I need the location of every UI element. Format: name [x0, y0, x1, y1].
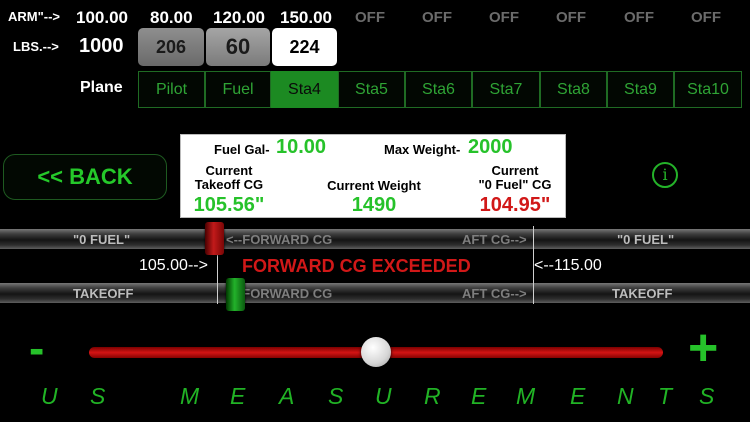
zero-fuel-left-label: "0 FUEL" — [73, 232, 131, 247]
arm-label: ARM"--> — [8, 9, 61, 24]
footer-letter: A — [279, 383, 295, 409]
weight-box-2[interactable]: 60 — [206, 28, 270, 66]
tab-sta7[interactable]: Sta7 — [472, 71, 540, 108]
zero-fuel-right-label: "0 FUEL" — [617, 232, 675, 247]
slider-knob[interactable] — [361, 337, 391, 367]
weight-box-3[interactable]: 224 — [272, 28, 337, 66]
footer-letter: S — [699, 383, 715, 409]
aft-cg-label-bottom: AFT CG--> — [462, 286, 527, 301]
takeoff-right-label: TAKEOFF — [612, 286, 673, 301]
lbs-value[interactable]: 1000 — [79, 35, 124, 58]
arm-value-6: OFF — [422, 9, 452, 26]
arm-value-4: 150.00 — [280, 8, 332, 27]
takeoff-cg-value: 105.56" — [193, 194, 265, 216]
arm-value-2: 80.00 — [150, 8, 193, 27]
tab-sta6[interactable]: Sta6 — [405, 71, 472, 108]
plus-button[interactable]: + — [688, 322, 718, 374]
tab-sta5[interactable]: Sta5 — [338, 71, 405, 108]
takeoff-cg-label: Current Takeoff CG — [194, 163, 264, 192]
info-icon[interactable]: i — [652, 162, 678, 188]
tab-sta10[interactable]: Sta10 — [674, 71, 742, 108]
footer-letter: T — [658, 383, 673, 409]
footer-letter: M — [516, 383, 536, 409]
tab-sta4[interactable]: Sta4 — [271, 71, 338, 108]
footer-letter: E — [230, 383, 246, 409]
footer-letter: S — [90, 383, 106, 409]
arm-value-7: OFF — [489, 9, 519, 26]
fuel-gal-label: Fuel Gal- — [214, 142, 270, 157]
arm-value-8: OFF — [556, 9, 586, 26]
plane-label: Plane — [80, 79, 123, 96]
arm-value-1: 100.00 — [76, 8, 128, 27]
tab-sta9[interactable]: Sta9 — [607, 71, 674, 108]
weight-box-1[interactable]: 206 — [138, 28, 204, 66]
tab-pilot[interactable]: Pilot — [138, 71, 205, 108]
zero-fuel-cg-label: Current "0 Fuel" CG — [478, 163, 552, 192]
max-weight-value: 2000 — [468, 136, 513, 158]
footer-letter: U — [41, 383, 58, 409]
takeoff-left-label: TAKEOFF — [73, 286, 134, 301]
current-weight-label: Current Weight — [327, 178, 421, 193]
footer-letter: E — [471, 383, 487, 409]
footer-letter: N — [617, 383, 634, 409]
footer-letter: M — [180, 383, 200, 409]
lbs-label: LBS.--> — [13, 39, 59, 54]
current-weight-value: 1490 — [351, 194, 397, 216]
footer-letter: R — [424, 383, 441, 409]
footer-letter: E — [570, 383, 586, 409]
minus-button[interactable]: - — [29, 325, 44, 371]
cg-warning-text: FORWARD CG EXCEEDED — [242, 256, 471, 276]
forward-cg-label-top: <--FORWARD CG — [226, 232, 333, 247]
forward-limit-value: 105.00--> — [139, 257, 208, 274]
footer-letter: U — [375, 383, 392, 409]
zero-fuel-cg-marker — [205, 222, 224, 255]
info-panel: Fuel Gal- 10.00 Max Weight- 2000 Current… — [180, 134, 566, 218]
zero-fuel-cg-value: 104.95" — [479, 194, 551, 216]
arm-value-3: 120.00 — [213, 8, 265, 27]
footer-letter: S — [328, 383, 344, 409]
aft-limit-value: <--115.00 — [534, 257, 602, 274]
takeoff-cg-marker — [226, 278, 245, 311]
back-button[interactable]: << BACK — [3, 154, 167, 200]
tab-fuel[interactable]: Fuel — [205, 71, 271, 108]
max-weight-label: Max Weight- — [384, 142, 461, 157]
arm-value-5: OFF — [355, 9, 385, 26]
aft-cg-label-top: AFT CG--> — [462, 232, 527, 247]
fuel-gal-value: 10.00 — [276, 136, 327, 158]
arm-value-10: OFF — [691, 9, 721, 26]
tab-sta8[interactable]: Sta8 — [540, 71, 607, 108]
arm-value-9: OFF — [624, 9, 654, 26]
